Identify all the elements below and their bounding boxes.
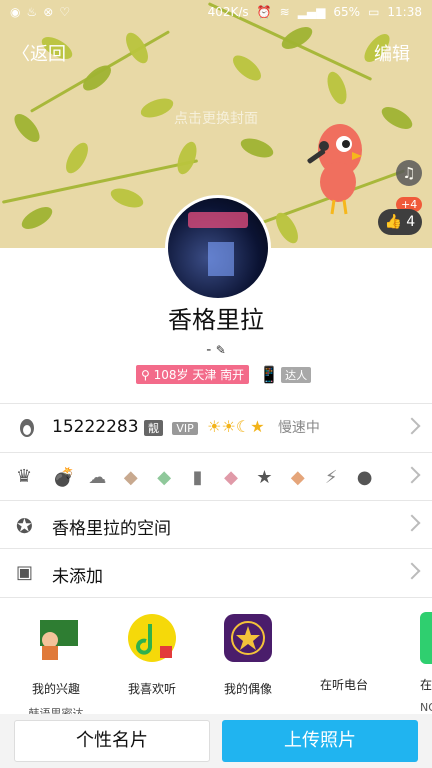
phone-wings-icon: 📱 bbox=[259, 365, 280, 384]
medals-row[interactable]: ♛ 💣 ☁ ◆ ◆ ▮ ◆ ★ ◆ ⚡ ● bbox=[0, 452, 432, 505]
idol-star-icon bbox=[224, 614, 272, 662]
pot-medal-icon: ● bbox=[356, 467, 373, 488]
pencil-icon: ✎ bbox=[215, 343, 226, 357]
daren-badge: 📱 达人 bbox=[259, 365, 312, 384]
diamond-medal-icon: ◆ bbox=[123, 467, 138, 488]
change-cover-hint[interactable]: 点击更换封面 bbox=[0, 108, 432, 128]
user-info-tag: ⚲ 108岁 天津 南开 bbox=[136, 365, 250, 384]
app-strip: 我的兴趣 韩语思密达 我喜欢听 我的偶像 在听电台 在 NO bbox=[0, 597, 432, 720]
profile-tags: ⚲ 108岁 天津 南开 📱 达人 bbox=[136, 365, 312, 384]
app-partial[interactable]: 在 NO bbox=[392, 612, 432, 714]
music-note-app-icon bbox=[128, 614, 176, 662]
chevron-right-icon bbox=[403, 417, 421, 435]
clock: 11:38 bbox=[387, 5, 422, 19]
alarm-icon: ⏰ bbox=[256, 5, 272, 19]
penguin-icon bbox=[20, 419, 34, 437]
upload-photo-button[interactable]: 上传照片 bbox=[222, 720, 418, 762]
partial-app-icon bbox=[420, 612, 432, 664]
app-interest[interactable]: 我的兴趣 韩语思密达 bbox=[8, 612, 104, 721]
avatar[interactable] bbox=[165, 195, 271, 301]
book-medal-icon: ▮ bbox=[192, 467, 203, 488]
vip-badge: VIP bbox=[172, 422, 198, 435]
qzone-star-icon: ✪ bbox=[16, 514, 33, 538]
diamond-pink-medal-icon: ◆ bbox=[224, 467, 238, 488]
app-idol[interactable]: 我的偶像 bbox=[200, 612, 296, 697]
teacher-icon bbox=[40, 620, 78, 660]
signature[interactable]: - ✎ bbox=[0, 342, 432, 358]
qq-number: 15222283 bbox=[52, 417, 139, 437]
personal-card-button[interactable]: 个性名片 bbox=[14, 720, 210, 762]
status-bar: ◉ ♨ ⊗ ♡ 402K/s ⏰ ≋ ▂▄▆ 65% ▭ 11:38 bbox=[0, 0, 432, 26]
unadded-label: 未添加 bbox=[52, 567, 103, 587]
wifi-icon: ≋ bbox=[279, 5, 290, 19]
bottom-bar: 个性名片 上传照片 bbox=[0, 714, 432, 768]
battery-percent: 65% bbox=[333, 5, 361, 19]
id-card-icon: ▣ bbox=[16, 562, 34, 583]
qzone-row[interactable]: ✪ 香格里拉的空间 bbox=[0, 500, 432, 549]
diamond-orange-medal-icon: ◆ bbox=[290, 467, 305, 488]
search-icon: ⚲ bbox=[141, 368, 150, 382]
chevron-right-icon bbox=[403, 514, 421, 532]
edit-button[interactable]: 编辑 bbox=[374, 40, 410, 66]
app-status-icon: ♨ bbox=[26, 5, 38, 19]
app-music[interactable]: 我喜欢听 bbox=[104, 612, 200, 697]
branch-decoration bbox=[1, 159, 199, 204]
back-button[interactable]: 〈返回 bbox=[12, 40, 66, 66]
level-icons: ☀☀☾★ bbox=[207, 417, 265, 436]
qzone-label: 香格里拉的空间 bbox=[52, 519, 171, 539]
star-medal-icon: ★ bbox=[256, 467, 273, 488]
chevron-left-icon: 〈 bbox=[12, 44, 30, 65]
app-radio[interactable]: 在听电台 bbox=[296, 612, 392, 693]
cloud-medal-icon: ☁ bbox=[88, 467, 107, 488]
bomb-medal-icon: 💣 bbox=[52, 467, 76, 488]
card-row[interactable]: ▣ 未添加 bbox=[0, 548, 432, 597]
lightning-medal-icon: ⚡ bbox=[324, 467, 338, 488]
network-speed: 402K/s bbox=[207, 5, 249, 19]
like-button[interactable]: 👍 4 bbox=[378, 209, 422, 235]
heart-status-icon: ♡ bbox=[59, 5, 71, 19]
liang-badge: 靓 bbox=[143, 420, 163, 436]
qq-status-icon: ◉ bbox=[10, 5, 21, 19]
thumbs-up-icon: 👍 bbox=[384, 214, 403, 230]
chevron-right-icon bbox=[403, 562, 421, 580]
music-note-icon[interactable]: ♫ bbox=[396, 160, 422, 186]
qq-number-row[interactable]: 15222283 靓 VIP ☀☀☾★ 慢速中 bbox=[0, 403, 432, 452]
crown-icon: ♛ bbox=[16, 466, 33, 487]
signal-icon: ▂▄▆ bbox=[297, 5, 326, 19]
chevron-right-icon bbox=[403, 466, 421, 484]
profile-name: 香格里拉 bbox=[168, 306, 264, 334]
battery-icon: ▭ bbox=[368, 5, 380, 19]
sync-status-icon: ⊗ bbox=[43, 5, 54, 19]
speed-label: 慢速中 bbox=[277, 420, 320, 436]
like-count: 4 bbox=[406, 214, 416, 230]
diamond-green-medal-icon: ◆ bbox=[157, 467, 172, 488]
